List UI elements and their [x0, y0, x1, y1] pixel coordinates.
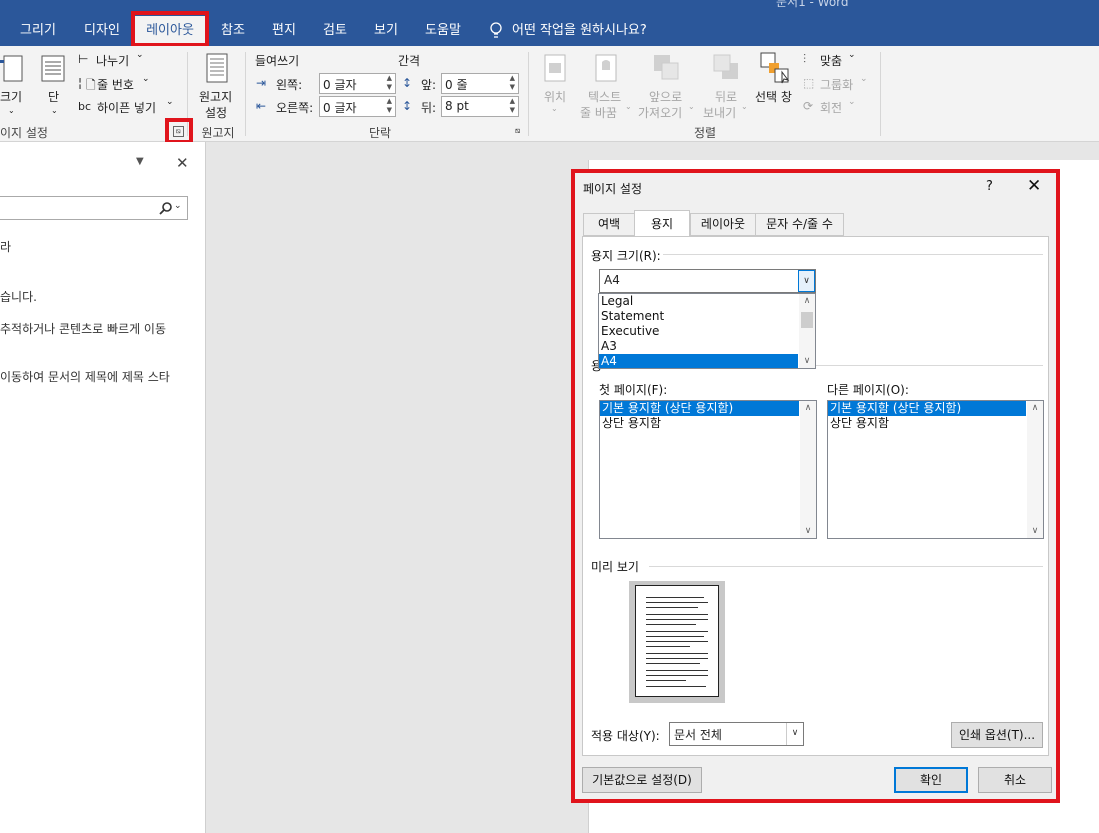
highlight-dialog [571, 169, 1060, 803]
wrap-text-icon [595, 54, 617, 82]
space-after-label: 뒤: [421, 101, 437, 115]
manuscript-button-line2[interactable]: 설정 [205, 104, 227, 121]
space-before-input[interactable]: 0 줄 ▲ ▼ [441, 73, 519, 94]
tab-review[interactable]: 검토 [317, 16, 353, 46]
group-objects-icon: ⬚ [803, 76, 815, 90]
rotate-icon: ⟳ [803, 99, 814, 113]
spin-arrows-icon[interactable]: ▲ ▼ [510, 74, 515, 92]
group-objects-button[interactable]: 그룹화 [820, 76, 853, 93]
chevron-down-icon: ⌄ [166, 97, 174, 107]
page-setup-group-label: 이지 설정 [0, 126, 48, 140]
send-backward-line2[interactable]: 보내기 [703, 104, 736, 121]
nav-text-line: 이동하여 문서의 제목에 제목 스타 [0, 370, 170, 384]
space-after-icon: ↕ [402, 99, 413, 113]
tab-design[interactable]: 디자인 [78, 16, 126, 46]
tab-help[interactable]: 도움말 [419, 16, 467, 46]
align-icon: ⫶ [803, 52, 807, 66]
indent-right-input[interactable]: 0 글자 ▲ ▼ [319, 96, 396, 117]
manuscript-icon [206, 53, 228, 83]
pane-close-icon[interactable]: ✕ [176, 154, 189, 172]
line-numbers-icon-page: 🗋 [86, 78, 96, 92]
space-after-input[interactable]: 8 pt ▲ ▼ [441, 96, 519, 117]
indent-left-icon: ⇥ [256, 76, 267, 90]
indent-left-input[interactable]: 0 글자 ▲ ▼ [319, 73, 396, 94]
paper-size-icon [0, 55, 23, 82]
tab-view[interactable]: 보기 [368, 16, 404, 46]
hyphenation-icon: bc [78, 100, 92, 113]
line-numbers-icon: ¦ [78, 76, 83, 90]
space-after-value: 8 pt [445, 99, 469, 113]
columns-icon [41, 55, 65, 82]
chevron-down-icon: ⌄ [142, 74, 150, 84]
space-before-icon: ↕ [402, 76, 413, 90]
position-icon [544, 54, 566, 82]
chevron-down-icon: ⌄ [625, 102, 632, 111]
indent-header: 들여쓰기 [255, 54, 300, 68]
rotate-button[interactable]: 회전 [820, 99, 842, 116]
arrange-group-label: 정렬 [693, 126, 717, 140]
chevron-down-icon: ⌄ [51, 106, 58, 115]
chevron-down-icon[interactable]: ⌄ [174, 201, 182, 211]
align-button[interactable]: 맞춤 [820, 52, 842, 69]
spin-arrows-icon[interactable]: ▲ ▼ [387, 97, 392, 115]
chevron-down-icon: ⌄ [848, 50, 856, 60]
selection-pane-button[interactable]: 선택 창 [755, 88, 792, 105]
bring-forward-line2[interactable]: 가져오기 [638, 104, 682, 121]
dialog-launcher-icon[interactable]: ⧅ [515, 126, 520, 136]
indent-right-value: 0 글자 [323, 101, 357, 115]
tab-mailings[interactable]: 편지 [266, 16, 302, 46]
bring-forward-icon [654, 55, 679, 80]
chevron-down-icon: ⌄ [8, 106, 15, 115]
pane-options-icon[interactable]: ▼ [136, 156, 144, 167]
nav-text-line: 라 [0, 240, 12, 254]
highlight-layout-tab [131, 11, 209, 47]
space-before-value: 0 줄 [445, 78, 468, 92]
tell-me-box[interactable]: 어떤 작업을 원하시나요? [512, 16, 662, 46]
paragraph-group-label: 단락 [368, 126, 392, 140]
wrap-text-line1[interactable]: 텍스트 [588, 88, 621, 105]
line-numbers-button[interactable]: 줄 번호 [97, 76, 134, 93]
chevron-down-icon: ⌄ [551, 104, 558, 113]
group-divider [880, 52, 881, 136]
wrap-text-line2[interactable]: 줄 바꿈 [580, 104, 617, 121]
spacing-header: 간격 [398, 54, 421, 68]
search-icon[interactable] [159, 201, 173, 215]
breaks-icon: ⊢ [78, 52, 89, 66]
nav-text-line: 습니다. [0, 290, 37, 304]
indent-right-label: 오른쪽: [276, 101, 314, 115]
chevron-down-icon: ⌄ [136, 50, 144, 60]
chevron-down-icon: ⌄ [688, 102, 695, 111]
columns-button[interactable]: 단 [48, 88, 59, 105]
bring-forward-line1[interactable]: 앞으로 [649, 88, 682, 105]
tab-references[interactable]: 참조 [215, 16, 251, 46]
space-before-label: 앞: [421, 78, 437, 92]
indent-left-label: 왼쪽: [276, 78, 303, 92]
breaks-button[interactable]: 나누기 [96, 52, 129, 69]
highlight-page-setup-launcher [165, 118, 193, 144]
chevron-down-icon: ⌄ [848, 97, 856, 107]
navigation-pane: ▼ ✕ ⌄ 라 습니다. 추적하거나 콘텐츠로 빠르게 이동 이동하여 문서의 … [0, 142, 206, 833]
indent-left-value: 0 글자 [323, 78, 357, 92]
manuscript-group-label: 원고지 [201, 126, 235, 140]
spin-arrows-icon[interactable]: ▲ ▼ [510, 97, 515, 115]
hyphenation-button[interactable]: 하이픈 넣기 [97, 99, 156, 116]
nav-text-line: 추적하거나 콘텐츠로 빠르게 이동 [0, 322, 167, 336]
navigation-search-input[interactable]: ⌄ [0, 196, 188, 220]
tab-draw[interactable]: 그리기 [14, 16, 62, 46]
window-title: 문서1 - Word [776, 0, 849, 9]
position-button[interactable]: 위치 [544, 88, 566, 105]
selection-pane-icon [760, 52, 790, 84]
size-button[interactable]: 크기 [0, 88, 22, 105]
indent-right-icon: ⇤ [256, 99, 267, 113]
lightbulb-icon [490, 22, 502, 38]
spin-arrows-icon[interactable]: ▲ ▼ [387, 74, 392, 92]
send-backward-icon [713, 54, 738, 79]
manuscript-button-line1[interactable]: 원고지 [199, 88, 232, 105]
chevron-down-icon: ⌄ [860, 74, 868, 84]
group-divider [528, 52, 529, 136]
group-divider [245, 52, 246, 136]
chevron-down-icon: ⌄ [741, 102, 748, 111]
send-backward-line1[interactable]: 뒤로 [715, 88, 737, 105]
